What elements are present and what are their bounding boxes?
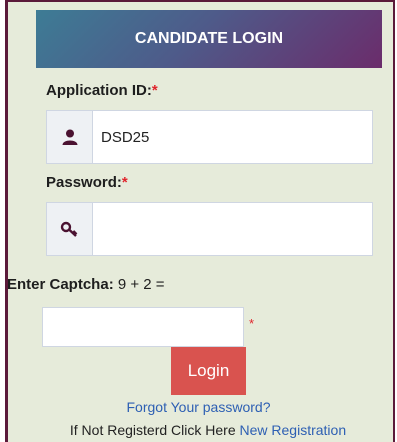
user-icon: [47, 111, 93, 163]
register-prefix: If Not Registerd Click Here: [69, 422, 236, 438]
new-registration-link[interactable]: New Registration: [240, 422, 347, 438]
password-field: [46, 202, 373, 256]
login-button[interactable]: Login: [171, 347, 246, 395]
captcha-input[interactable]: [42, 307, 244, 347]
login-header: CANDIDATE LOGIN: [36, 10, 382, 68]
application-id-input[interactable]: [93, 111, 372, 163]
application-id-field: [46, 110, 373, 164]
forgot-password-link[interactable]: Forgot Your password?: [0, 399, 397, 415]
header-title: CANDIDATE LOGIN: [134, 30, 284, 47]
captcha-question: 9 + 2 =: [117, 276, 165, 293]
password-input[interactable]: [93, 203, 372, 255]
required-mark: *: [151, 82, 158, 99]
password-label: Password:*: [46, 174, 128, 191]
register-line: If Not Registerd Click Here New Registra…: [0, 422, 397, 438]
required-mark: *: [121, 174, 128, 191]
key-icon: [47, 203, 93, 255]
captcha-required-mark: *: [249, 316, 255, 331]
application-id-label: Application ID:*: [46, 82, 158, 99]
captcha-label: Enter Captcha: 9 + 2 =: [7, 276, 165, 293]
